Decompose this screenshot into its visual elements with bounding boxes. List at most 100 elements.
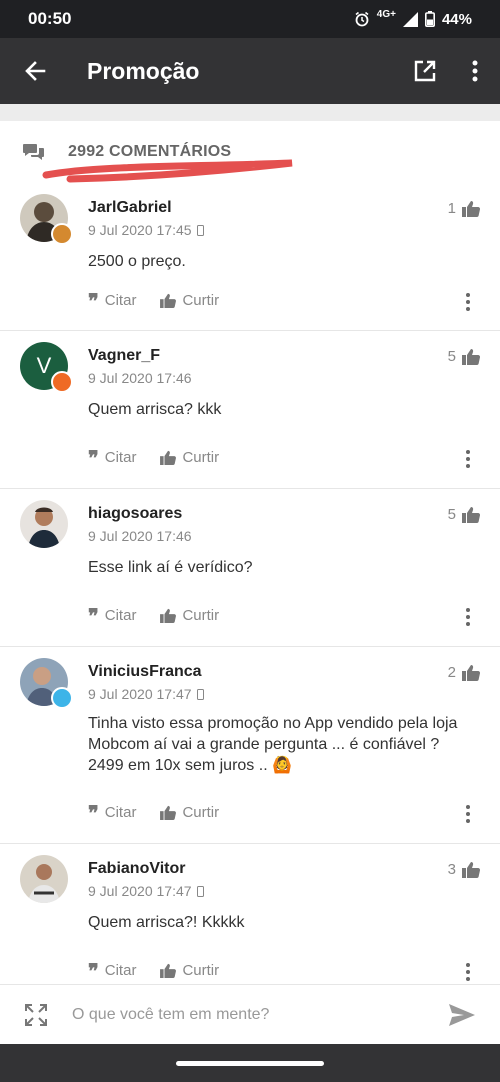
- quote-icon: ❞: [88, 288, 99, 313]
- comment-item: FabianoVitor 9 Jul 2020 17:47 3 Quem arr…: [0, 844, 500, 983]
- comment-date-text: 9 Jul 2020 17:45: [88, 222, 192, 238]
- quote-label: Citar: [104, 607, 137, 624]
- comment-text: Tinha visto essa promoção no App vendido…: [88, 715, 458, 774]
- comment-list: JarlGabriel 9 Jul 2020 17:45 1 2500 o pr…: [0, 183, 500, 983]
- quote-label: Citar: [104, 292, 137, 309]
- quote-button[interactable]: ❞ Citar: [88, 603, 137, 628]
- comment-actions: ❞ Citar Curtir: [88, 958, 219, 983]
- comment-username[interactable]: JarlGabriel: [88, 199, 172, 217]
- status-bar: 00:50 4G+ 44%: [0, 0, 500, 38]
- comment-item: JarlGabriel 9 Jul 2020 17:45 1 2500 o pr…: [0, 183, 500, 331]
- comment-actions: ❞ Citar Curtir: [88, 288, 219, 313]
- battery-percent: 44%: [441, 10, 472, 28]
- comment-more-button[interactable]: [466, 608, 470, 629]
- comment-date: 9 Jul 2020 17:47: [88, 883, 204, 899]
- comment-date: 9 Jul 2020 17:46: [88, 528, 192, 544]
- comment-more-button[interactable]: [466, 805, 470, 826]
- comments-icon: [23, 144, 44, 160]
- avatar[interactable]: [20, 500, 68, 548]
- comment-text: Esse link aí é verídico?: [88, 559, 253, 576]
- expand-icon[interactable]: [24, 1003, 48, 1027]
- comment-actions: ❞ Citar Curtir: [88, 448, 219, 468]
- like-count: 5: [448, 506, 480, 523]
- comment-actions: ❞ Citar Curtir: [88, 603, 219, 628]
- quote-icon: ❞: [88, 800, 99, 825]
- like-count-value: 5: [447, 348, 456, 365]
- arrow-back-icon: [25, 61, 46, 81]
- avatar[interactable]: [20, 855, 68, 903]
- quote-icon: ❞: [88, 958, 99, 983]
- back-button[interactable]: [0, 38, 70, 104]
- avatar-letter: V: [36, 353, 52, 378]
- mobile-device-icon: [196, 224, 204, 236]
- thumbs-up-icon: [160, 293, 177, 308]
- user-badge: [51, 687, 73, 709]
- quote-button[interactable]: ❞ Citar: [88, 288, 137, 313]
- comment-date-text: 9 Jul 2020 17:47: [88, 686, 192, 702]
- quote-button[interactable]: ❞ Citar: [88, 448, 137, 468]
- like-button[interactable]: Curtir: [160, 804, 219, 821]
- comment-username[interactable]: FabianoVitor: [88, 860, 186, 878]
- comment-date: 9 Jul 2020 17:46: [88, 370, 192, 386]
- like-label: Curtir: [182, 804, 220, 821]
- like-label: Curtir: [182, 607, 220, 624]
- system-nav-bar: [0, 1044, 500, 1082]
- app-bar: Promoção: [0, 38, 500, 104]
- comment-username[interactable]: Vagner_F: [88, 347, 160, 365]
- quote-button[interactable]: ❞ Citar: [88, 958, 136, 983]
- like-count-value: 2: [447, 664, 456, 681]
- quote-icon: ❞: [88, 603, 99, 628]
- like-button[interactable]: Curtir: [160, 607, 219, 624]
- status-icons: 4G+ 44%: [354, 8, 472, 28]
- like-count: 1: [448, 200, 480, 217]
- comment-more-button[interactable]: [466, 963, 470, 983]
- like-count-value: 5: [447, 506, 456, 523]
- comment-username[interactable]: hiagosoares: [88, 505, 182, 523]
- alarm-icon: [355, 11, 369, 27]
- thumbs-up-icon: [160, 805, 177, 820]
- section-divider: [0, 104, 500, 121]
- comment-actions: ❞ Citar Curtir: [88, 800, 219, 825]
- quote-label: Citar: [104, 804, 137, 821]
- like-button[interactable]: Curtir: [160, 449, 219, 466]
- home-gesture-handle[interactable]: [176, 1060, 324, 1066]
- open-external-button[interactable]: [400, 38, 450, 104]
- like-label: Curtir: [182, 292, 220, 309]
- thumbs-up-icon: [462, 665, 480, 681]
- comment-date-text: 9 Jul 2020 17:47: [88, 883, 192, 899]
- comment-date: 9 Jul 2020 17:47: [88, 686, 204, 702]
- like-count: 2: [448, 664, 480, 681]
- comment-item: V Vagner_F 9 Jul 2020 17:46 5 Quem arris…: [0, 331, 500, 489]
- mobile-device-icon: [196, 688, 204, 700]
- comment-item: hiagosoares 9 Jul 2020 17:46 5 Esse link…: [0, 489, 500, 647]
- signal-icon: [402, 11, 418, 27]
- more-vert-icon: [472, 60, 478, 82]
- comment-more-button[interactable]: [466, 293, 470, 314]
- status-time: 00:50: [28, 9, 72, 28]
- quote-button[interactable]: ❞ Citar: [88, 800, 137, 825]
- comment-item: ViniciusFranca 9 Jul 2020 17:47 2 Tinha …: [0, 647, 500, 844]
- comment-username[interactable]: ViniciusFranca: [88, 663, 202, 681]
- comments-count: 2992 COMENTÁRIOS: [68, 143, 232, 160]
- comment-text: 2500 o preço.: [88, 253, 186, 270]
- like-count-value: 3: [447, 861, 456, 878]
- thumbs-up-icon: [462, 349, 480, 365]
- comment-input-bar: O que você tem em mente?: [0, 984, 500, 1044]
- user-badge: [51, 223, 73, 245]
- like-count: 5: [448, 348, 480, 365]
- comment-more-button[interactable]: [466, 450, 470, 471]
- network-label: 4G+: [376, 8, 396, 20]
- like-label: Curtir: [182, 962, 220, 979]
- comment-input[interactable]: O que você tem em mente?: [72, 1006, 269, 1024]
- quote-label: Citar: [104, 449, 137, 466]
- send-icon[interactable]: [448, 1003, 476, 1027]
- comment-text: Quem arrisca? kkk: [88, 401, 222, 418]
- page-title: Promoção: [87, 57, 200, 84]
- comment-date: 9 Jul 2020 17:45: [88, 222, 204, 238]
- overflow-menu-button[interactable]: [450, 38, 500, 104]
- user-badge: [51, 371, 73, 393]
- like-button[interactable]: Curtir: [160, 962, 219, 979]
- like-button[interactable]: Curtir: [160, 292, 219, 309]
- thumbs-up-icon: [160, 608, 177, 623]
- like-count-value: 1: [447, 200, 456, 217]
